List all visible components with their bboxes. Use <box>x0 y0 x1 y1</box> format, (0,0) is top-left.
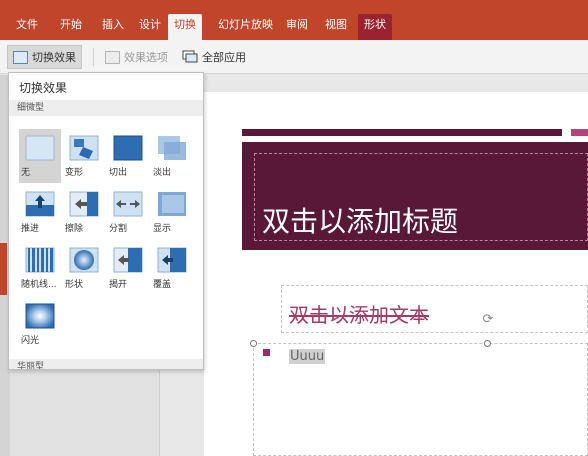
effect-label: 覆盖 <box>153 280 172 290</box>
push-icon <box>25 191 55 217</box>
apply-all-button[interactable]: 全部应用 <box>177 45 251 69</box>
wipe-icon <box>69 191 99 217</box>
flash-icon <box>25 303 55 329</box>
bullet-icon <box>263 349 270 356</box>
effect-label: 切出 <box>109 168 128 178</box>
section-header-exciting: 华丽型 <box>9 359 203 369</box>
tab-insert[interactable]: 插入 <box>96 14 130 40</box>
effect-cover[interactable]: 覆盖 <box>151 241 193 295</box>
morph-icon <box>69 135 99 161</box>
tab-home[interactable]: 开始 <box>54 14 88 40</box>
dropdown-title: 切换效果 <box>19 81 68 95</box>
effect-label: 随机线... <box>21 280 57 290</box>
selected-slide-marker <box>0 243 7 295</box>
effect-uncover[interactable]: 揭开 <box>107 241 149 295</box>
split-icon <box>113 191 143 217</box>
effect-split[interactable]: 分割 <box>107 185 149 239</box>
shape-icon <box>69 247 99 273</box>
transition-effects-label: 切换效果 <box>32 51 76 64</box>
effect-flash[interactable]: 闪光 <box>19 297 61 351</box>
none-icon <box>25 135 55 161</box>
transition-effects-dropdown: 切换效果 细微型 无 变形 切出 淡出 推进 擦除 分割 显示 随机线... 形… <box>8 72 204 370</box>
effect-push[interactable]: 推进 <box>19 185 61 239</box>
cover-icon <box>157 247 187 273</box>
effect-label: 显示 <box>153 224 172 234</box>
tab-slideshow[interactable]: 幻灯片放映 <box>212 14 279 40</box>
tab-review[interactable]: 审阅 <box>280 14 314 40</box>
effect-label: 推进 <box>21 224 40 234</box>
effect-options-button[interactable]: 效果选项 <box>100 45 173 69</box>
subtitle-placeholder-text[interactable]: 双击以添加文本 <box>289 299 429 328</box>
decorative-pink-bar <box>571 129 588 136</box>
cut-icon <box>113 135 143 161</box>
random-bars-icon <box>25 247 55 273</box>
tab-shape-format[interactable]: 形状 <box>358 14 392 40</box>
title-placeholder-text[interactable]: 双击以添加标题 <box>262 200 458 240</box>
effect-label: 闪光 <box>21 336 40 346</box>
tab-design[interactable]: 设计 <box>133 14 167 40</box>
reveal-icon <box>158 192 186 216</box>
ribbon-toolbar: 切换效果 效果选项 全部应用 <box>0 40 588 74</box>
effect-reveal[interactable]: 显示 <box>151 185 193 239</box>
effect-label: 揭开 <box>109 280 128 290</box>
uncover-icon <box>113 247 143 273</box>
effect-label: 擦除 <box>65 224 84 234</box>
effect-shape[interactable]: 形状 <box>63 241 105 295</box>
effect-options-label: 效果选项 <box>124 51 168 64</box>
tab-file[interactable]: 文件 <box>10 14 44 40</box>
effect-label: 变形 <box>65 168 84 178</box>
rotate-handle-icon[interactable]: ⟳ <box>481 313 495 327</box>
content-text[interactable]: Uuuu <box>289 349 326 364</box>
decorative-top-bar <box>242 129 562 136</box>
effect-none[interactable]: 无 <box>19 129 61 183</box>
effect-fade[interactable]: 淡出 <box>151 129 193 183</box>
transition-effects-icon <box>13 50 28 64</box>
section-header-subtle: 细微型 <box>9 100 203 116</box>
tab-transitions[interactable]: 切换 <box>168 14 202 40</box>
ribbon-tab-bar: 文件 开始 插入 设计 切换 幻灯片放映 审阅 视图 形状 <box>0 0 588 40</box>
effect-wipe[interactable]: 擦除 <box>63 185 105 239</box>
effect-label: 无 <box>21 168 31 178</box>
resize-handle[interactable] <box>484 340 491 347</box>
effect-cut[interactable]: 切出 <box>107 129 149 183</box>
apply-all-label: 全部应用 <box>202 51 246 64</box>
effect-label: 淡出 <box>153 168 172 178</box>
effect-morph[interactable]: 变形 <box>63 129 105 183</box>
effect-label: 分割 <box>109 224 128 234</box>
fade-icon <box>158 136 186 160</box>
apply-all-icon <box>182 50 198 63</box>
transition-effects-button[interactable]: 切换效果 <box>7 45 82 69</box>
resize-handle[interactable] <box>250 340 257 347</box>
effect-random-bars[interactable]: 随机线... <box>19 241 61 295</box>
toolbar-divider <box>93 48 94 66</box>
tab-view[interactable]: 视图 <box>319 14 353 40</box>
effect-options-icon <box>105 50 120 64</box>
effect-label: 形状 <box>65 280 84 290</box>
